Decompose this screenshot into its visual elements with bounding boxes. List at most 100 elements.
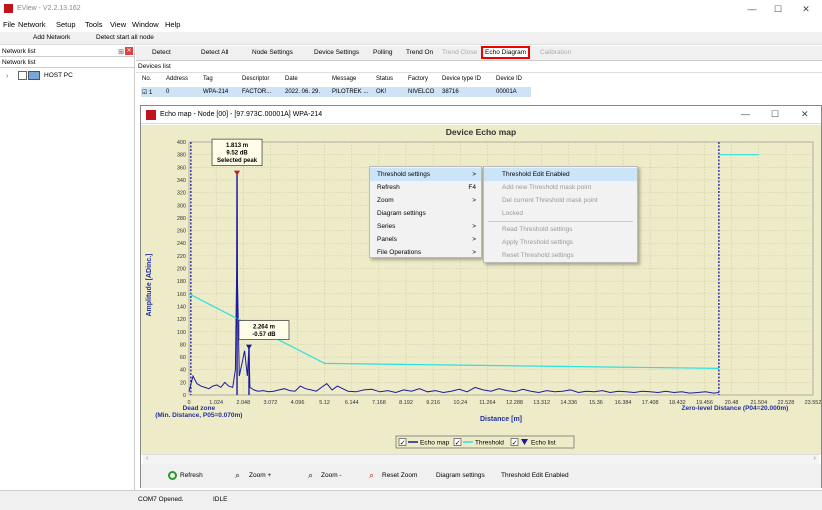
horizontal-scrollbar[interactable]: ‹ › [143,454,819,464]
top-toolbar: Add Network Detect start all node [0,32,822,45]
add-network-button[interactable]: Add Network [33,34,70,41]
refresh-button[interactable]: Refresh [180,472,203,479]
app-logo-icon [146,110,156,120]
submenu-del-threshold-point[interactable]: Del current Threshold mask point [484,194,637,207]
echo-diagram-button[interactable]: Echo Diagram [481,46,531,59]
node-settings-button[interactable]: Node Settings [252,49,293,56]
maximize-button[interactable]: ☐ [771,109,779,120]
chevron-right-icon: > [472,236,476,243]
menu-item-threshold-settings[interactable]: Threshold settings > [370,168,481,181]
legend-label-threshold: Threshold [475,440,504,447]
chevron-right-icon: > [472,197,476,204]
scroll-left-icon[interactable]: ‹ [146,455,148,462]
menu-item-refresh[interactable]: Refresh F4 [370,181,481,194]
table-cell[interactable]: ☑ 1 [142,89,152,96]
column-header[interactable]: Tag [203,76,213,82]
close-button[interactable]: ✕ [796,2,816,16]
column-header[interactable]: No. [142,76,151,82]
minimize-button[interactable]: — [742,2,762,16]
column-header[interactable]: Descriptor [242,76,269,82]
column-header[interactable]: Device type ID [442,76,481,82]
submenu-read-threshold[interactable]: Read Threshold settings [484,223,637,236]
chart-title: Device Echo map [446,127,516,137]
column-header[interactable]: Factory [408,76,428,82]
x-tick-label: 7.168 [372,400,386,406]
menu-item-label: Panels [377,236,397,243]
menu-item-diagram-settings[interactable]: Diagram settings [370,207,481,220]
submenu-reset-threshold[interactable]: Reset Threshold settings [484,249,637,262]
x-tick-label: 17.408 [642,400,659,406]
y-tick-label: 280 [177,216,186,222]
y-tick-label: 140 [177,304,186,310]
column-header[interactable]: Status [376,76,393,82]
zoom-in-button[interactable]: Zoom + [249,472,271,479]
marker-label: 2.264 m [253,325,275,331]
menu-tools[interactable]: Tools [85,20,103,29]
menu-file[interactable]: File [3,20,15,29]
y-tick-label: 360 [177,165,186,171]
menu-item-series[interactable]: Series > [370,220,481,233]
reset-zoom-icon[interactable]: ⌕ [369,470,374,481]
close-button[interactable]: ✕ [801,109,809,120]
trend-close-button[interactable]: Trend Close [442,49,477,56]
column-header[interactable]: Date [285,76,298,82]
echo-bottom-toolbar: Refresh ⌕ Zoom + ⌕ Zoom - ⌕ Reset Zoom D… [141,464,821,488]
threshold-edit-button[interactable]: Threshold Edit Enabled [501,472,569,479]
x-tick-label: 15.36 [589,400,603,406]
y-tick-label: 180 [177,279,186,285]
menu-window[interactable]: Window [132,20,159,29]
y-tick-labels: 0 20 40 60 80 100 120 140 160 180 200 220 240 260 280 3… [177,140,186,399]
calibration-button[interactable]: Calibration [540,49,571,56]
diagram-settings-button[interactable]: Diagram settings [436,472,485,479]
scroll-right-icon[interactable]: › [814,455,816,462]
submenu-threshold-edit-enabled[interactable]: Threshold Edit Enabled [484,168,637,181]
menu-item-zoom[interactable]: Zoom > [370,194,481,207]
tree-item-host-pc[interactable]: HOST PC [44,72,73,79]
chart-legend[interactable]: ✓ Echo map ✓ Threshold ✓ Echo list [395,435,575,449]
menu-item-label: Threshold settings [377,171,431,178]
network-panel-title: Network list [2,48,36,55]
detect-button[interactable]: Detect [152,49,171,56]
table-cell: OK! [376,89,387,95]
zoom-out-button[interactable]: Zoom - [321,472,342,479]
column-header[interactable]: Address [166,76,188,82]
detect-start-all-button[interactable]: Detect start all node [96,34,154,41]
menu-setup[interactable]: Setup [56,20,76,29]
column-header[interactable]: Device ID [496,76,522,82]
menu-item-panels[interactable]: Panels > [370,233,481,246]
checkbox-icon[interactable] [18,71,27,80]
minimize-button[interactable]: — [741,109,750,119]
chevron-right-icon: > [472,171,476,178]
close-icon[interactable]: ✕ [125,47,133,55]
check-icon: ✓ [512,440,518,447]
x-tick-label: 6.144 [345,400,359,406]
detect-all-button[interactable]: Detect All [201,49,228,56]
table-cell: FACTOR... [242,89,272,95]
x-tick-label: 5.12 [319,400,330,406]
device-settings-button[interactable]: Device Settings [314,49,359,56]
check-icon: ✓ [400,440,406,447]
chevron-right-icon[interactable]: › [6,73,8,80]
marker-label: Selected peak [217,158,258,164]
reset-zoom-button[interactable]: Reset Zoom [382,472,417,479]
polling-button[interactable]: Polling [373,49,393,56]
menu-view[interactable]: View [110,20,126,29]
menu-help[interactable]: Help [165,20,180,29]
column-header[interactable]: Message [332,76,356,82]
menu-network[interactable]: Network [18,20,46,29]
x-tick-label: 16.384 [615,400,632,406]
submenu-apply-threshold[interactable]: Apply Threshold settings [484,236,637,249]
menu-item-file-operations[interactable]: File Operations > [370,246,481,259]
x-tick-label: 2.048 [236,400,250,406]
y-tick-label: 40 [180,368,186,374]
maximize-button[interactable]: ☐ [768,2,788,16]
pin-icon[interactable]: ⊞ [118,47,124,58]
trend-on-button[interactable]: Trend On [406,49,433,56]
submenu-locked[interactable]: Locked [484,207,637,220]
refresh-icon[interactable] [168,471,177,480]
menu-item-label: Series [377,223,396,230]
submenu-add-threshold-point[interactable]: Add new Threshold mask point [484,181,637,194]
zoom-in-icon[interactable]: ⌕ [235,470,240,481]
zero-level-label: Zero-level Distance (P04=20.000m) [682,405,789,412]
zoom-out-icon[interactable]: ⌕ [308,470,313,481]
